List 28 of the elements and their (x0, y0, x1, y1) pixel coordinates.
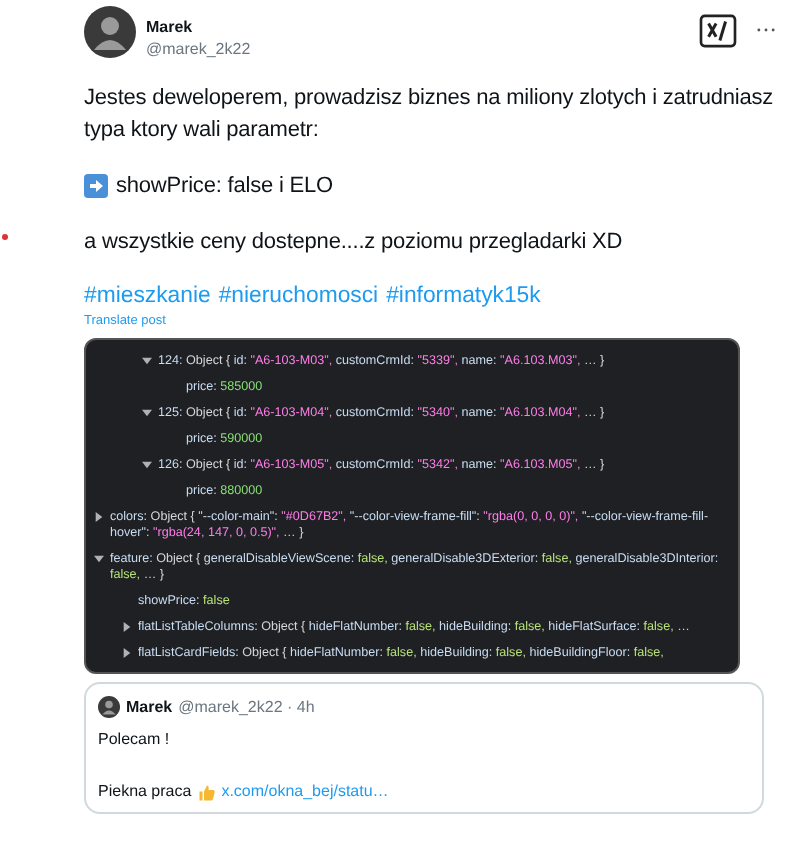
author-name: Marek (126, 698, 173, 716)
post-text: showPrice: false i ELO (116, 172, 333, 202)
author-handle: @marek_2k22 · 4h (178, 698, 315, 716)
expand-arrow-icon[interactable] (94, 512, 104, 522)
thumbs-up-icon (197, 783, 216, 801)
author-handle[interactable]: @marek_2k22 (146, 40, 688, 58)
post-text: Polecam ! (98, 730, 172, 750)
expand-arrow-icon[interactable] (142, 356, 152, 366)
author-name[interactable]: Marek (146, 18, 688, 36)
post-text: Jestes deweloperem, prowadzisz biznes na miliony zlotych i zatrudniasz typa ktory wali parametr: (84, 84, 776, 146)
slash-box-icon[interactable] (698, 14, 738, 48)
expand-arrow-icon[interactable] (122, 622, 132, 632)
hashtag-link[interactable]: #nieruchomosci (218, 284, 379, 308)
expand-arrow-icon[interactable] (142, 460, 152, 470)
marker-dot (2, 234, 8, 240)
expand-arrow-icon[interactable] (94, 554, 104, 564)
post-link[interactable]: x.com/okna_bej/statu… (221, 782, 389, 802)
quoted-post[interactable]: Marek @marek_2k22 · 4h Polecam ! Piekna praca x.com/okna_bej/statu… (84, 682, 764, 814)
avatar-icon (98, 696, 120, 718)
hashtag-link[interactable]: #informatyk15k (386, 284, 541, 308)
expand-arrow-icon[interactable] (122, 648, 132, 658)
post-text: Piekna praca (98, 782, 192, 802)
expand-arrow-icon[interactable] (142, 408, 152, 418)
post-text: a wszystkie ceny dostepne....z poziomu przegladarki XD (84, 228, 625, 258)
arrow-icon (84, 174, 108, 198)
avatar-icon[interactable] (84, 6, 136, 58)
hashtag-link[interactable]: #mieszkanie (84, 284, 211, 308)
more-icon[interactable] (756, 26, 776, 34)
